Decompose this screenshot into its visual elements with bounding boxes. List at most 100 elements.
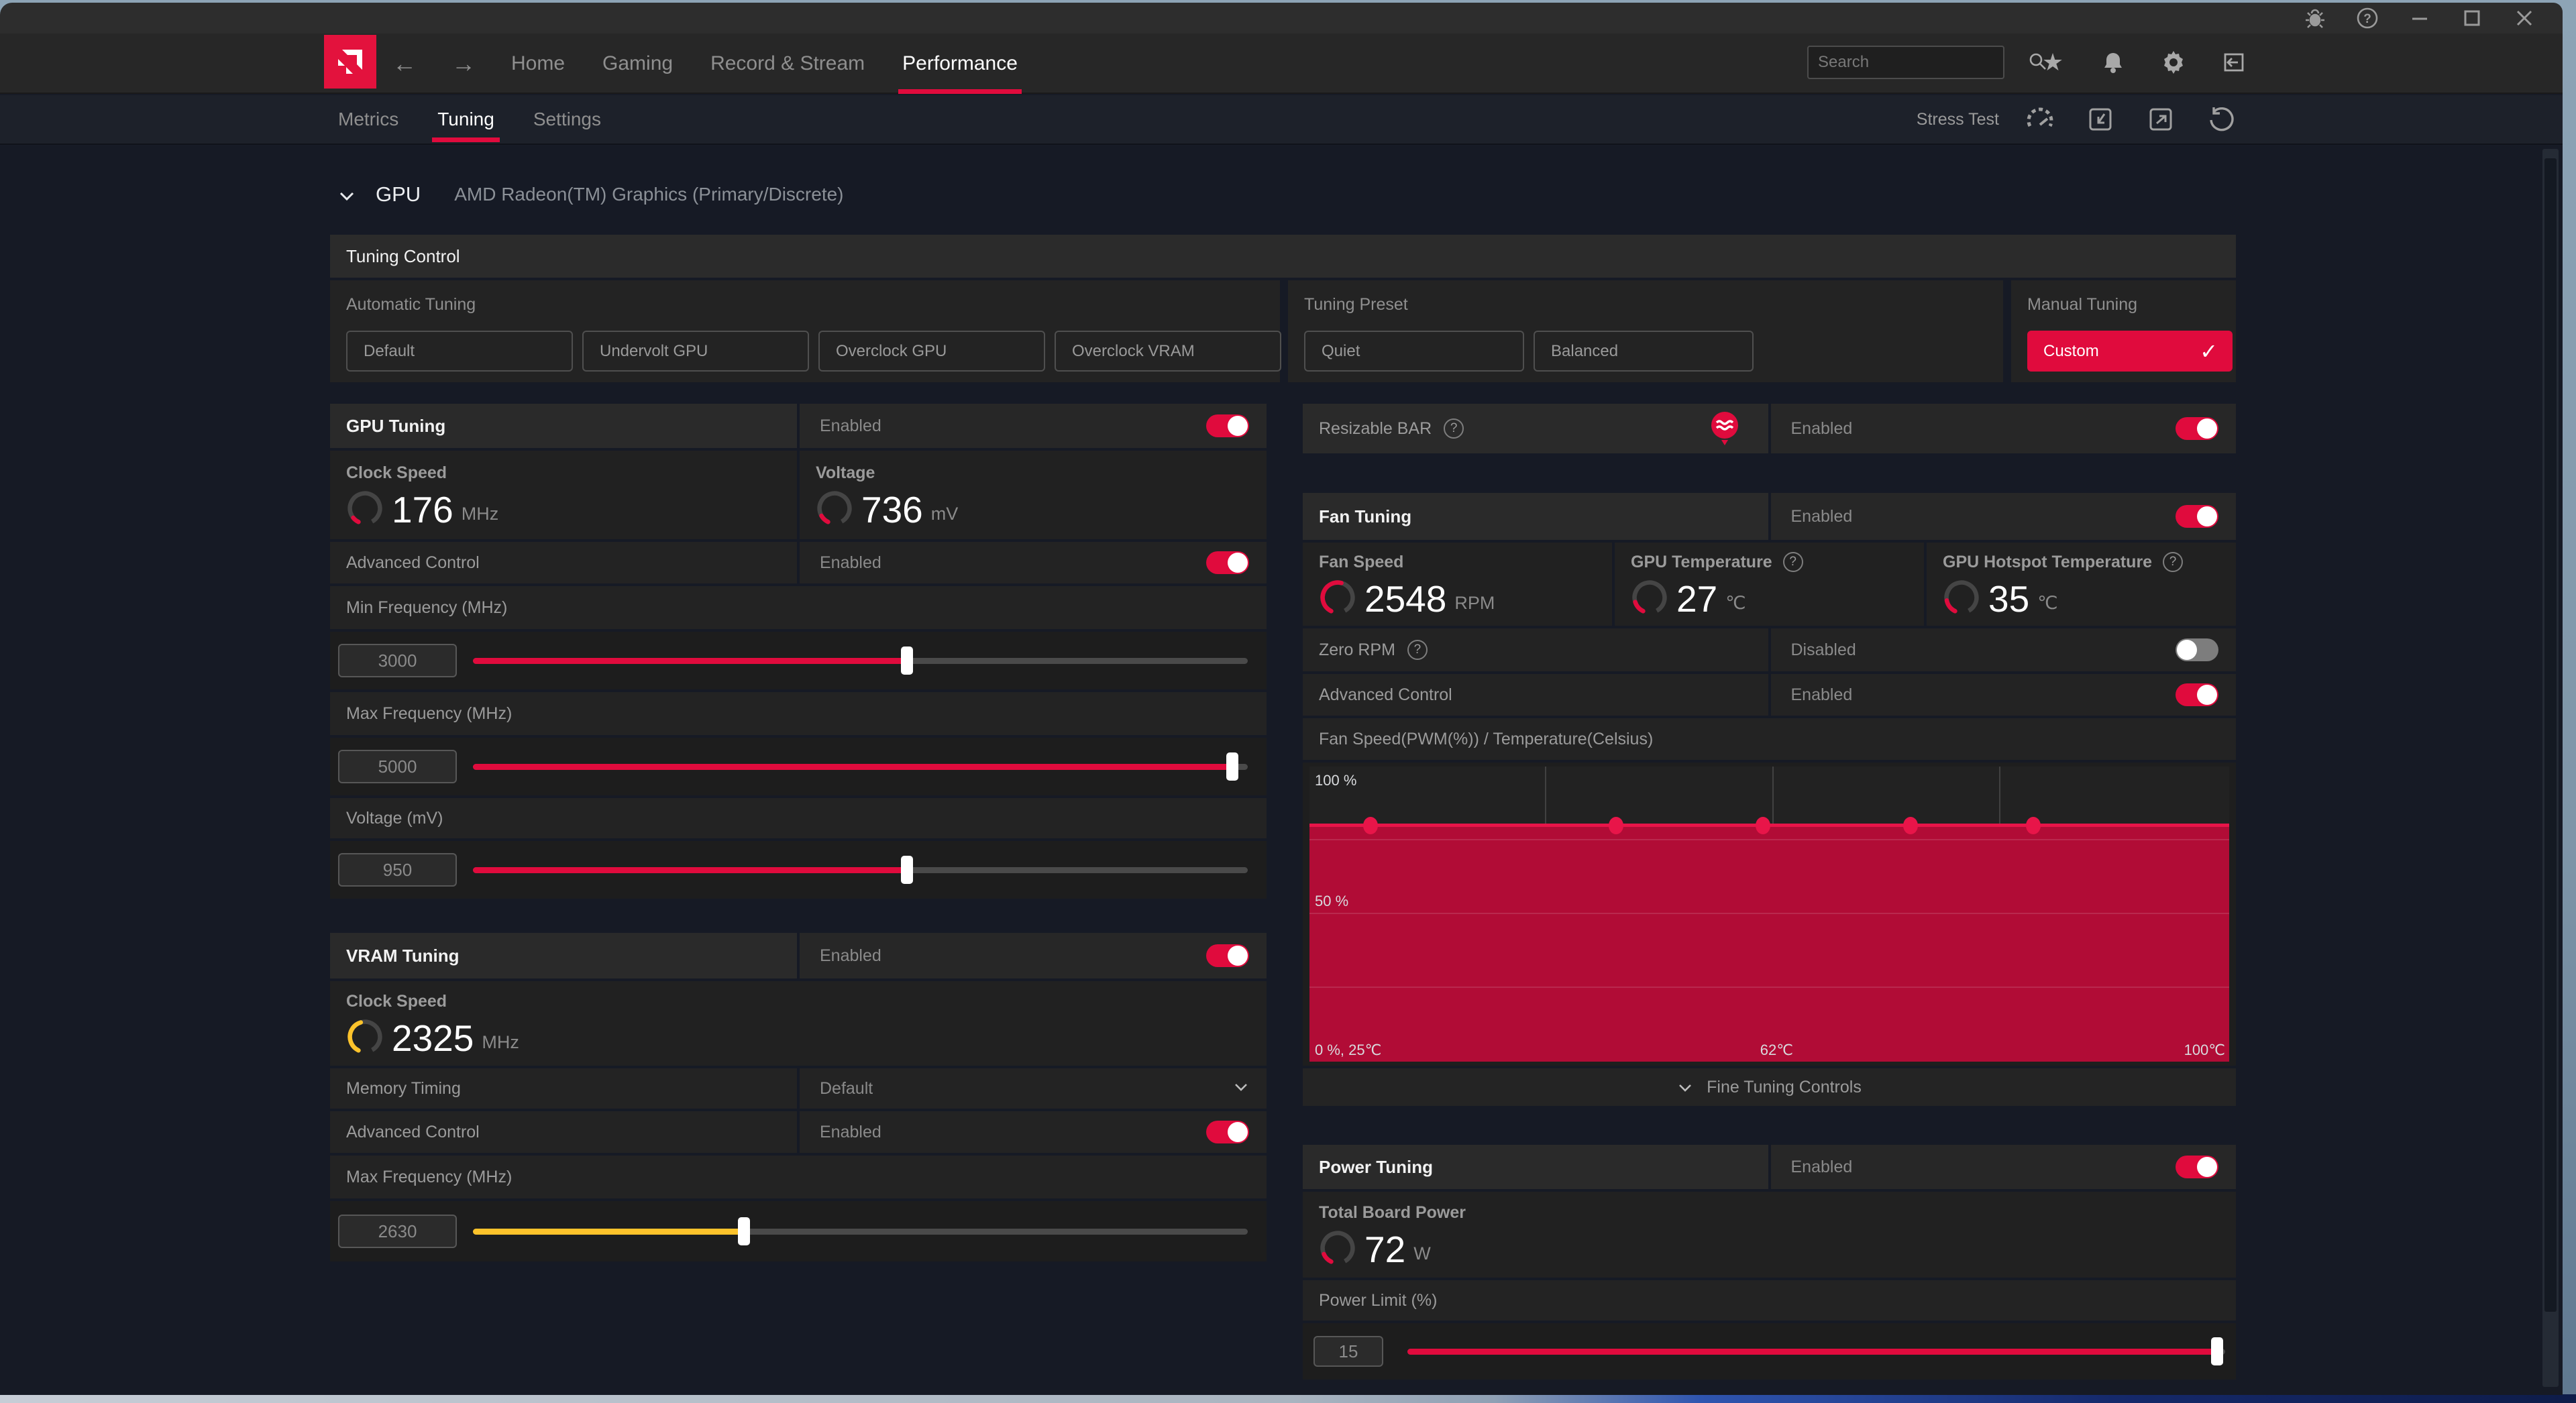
min-frequency-slider-thumb[interactable] bbox=[901, 647, 913, 675]
memory-timing-dropdown[interactable]: Default bbox=[800, 1068, 1267, 1109]
vram-advanced-enable-cell: Enabled bbox=[800, 1111, 1267, 1153]
forward-arrow-icon[interactable]: → bbox=[451, 50, 476, 78]
gpu-section-label: GPU bbox=[376, 182, 421, 207]
vram-max-frequency-slider[interactable] bbox=[473, 1229, 1248, 1235]
nav-tab-home[interactable]: Home bbox=[511, 34, 565, 94]
fan-tuning-toggle[interactable] bbox=[2176, 505, 2218, 528]
checkmark-icon: ✓ bbox=[2200, 339, 2218, 364]
section-divider bbox=[2006, 280, 2008, 382]
vram-max-frequency-input[interactable] bbox=[338, 1215, 457, 1248]
nav-tab-gaming[interactable]: Gaming bbox=[602, 34, 673, 94]
voltage-slider-thumb[interactable] bbox=[901, 856, 913, 884]
zero-rpm-enable-cell: Disabled bbox=[1771, 628, 2237, 671]
overclock-vram-button[interactable]: Overclock VRAM bbox=[1055, 331, 1281, 372]
overclock-gpu-button[interactable]: Overclock GPU bbox=[818, 331, 1045, 372]
gpu-advanced-status: Enabled bbox=[800, 553, 881, 573]
back-arrow-icon[interactable]: ← bbox=[392, 50, 417, 78]
tab-metrics[interactable]: Metrics bbox=[338, 95, 398, 144]
vram-max-frequency-label-cell: Max Frequency (MHz) bbox=[330, 1156, 1267, 1198]
fan-curve-point[interactable] bbox=[1609, 817, 1623, 834]
resizable-bar-label: Resizable BAR bbox=[1303, 419, 1432, 439]
fine-tuning-controls-expander[interactable]: Fine Tuning Controls bbox=[1303, 1068, 2236, 1106]
max-frequency-slider[interactable] bbox=[473, 764, 1248, 770]
system-tray-icon[interactable] bbox=[2220, 49, 2247, 76]
quiet-button[interactable]: Quiet bbox=[1304, 331, 1524, 372]
max-frequency-label: Max Frequency (MHz) bbox=[330, 704, 512, 724]
power-limit-slider-thumb[interactable] bbox=[2211, 1337, 2223, 1365]
voltage-input[interactable] bbox=[338, 853, 457, 887]
tab-tuning[interactable]: Tuning bbox=[437, 95, 494, 144]
min-frequency-slider[interactable] bbox=[473, 658, 1248, 664]
resizable-bar-help-icon[interactable]: ? bbox=[1444, 418, 1464, 439]
vertical-scrollbar[interactable] bbox=[2542, 149, 2559, 1387]
balanced-button[interactable]: Balanced bbox=[1534, 331, 1754, 372]
favorites-star-icon[interactable]: ★ bbox=[2039, 49, 2066, 76]
fan-curve-point[interactable] bbox=[1903, 817, 1918, 834]
fan-enable-cell: Enabled bbox=[1771, 493, 2237, 540]
zero-rpm-help-icon[interactable]: ? bbox=[1407, 640, 1428, 660]
fan-advanced-label: Advanced Control bbox=[1303, 685, 1452, 705]
manual-tuning-label: Manual Tuning bbox=[2027, 295, 2137, 315]
voltage-slider[interactable] bbox=[473, 867, 1248, 873]
performance-subnav: Metrics Tuning Settings Stress Test bbox=[0, 95, 2563, 145]
memory-timing-cell: Memory Timing bbox=[330, 1068, 797, 1109]
resizable-bar-status: Enabled bbox=[1771, 419, 1853, 439]
minimize-button[interactable] bbox=[2408, 7, 2431, 30]
main-navbar: ← → Home Gaming Record & Stream Performa… bbox=[0, 34, 2563, 94]
fan-curve-plot[interactable]: 100 % 50 % 0 %, 25℃ 62℃ 100℃ bbox=[1309, 767, 2229, 1062]
fine-tuning-controls-label: Fine Tuning Controls bbox=[1707, 1078, 1862, 1097]
collapse-chevron-icon[interactable] bbox=[338, 187, 353, 202]
fan-speed-label: Fan Speed bbox=[1319, 553, 1403, 572]
power-tuning-toggle[interactable] bbox=[2176, 1156, 2218, 1178]
gpu-temperature-help-icon[interactable]: ? bbox=[1783, 552, 1803, 572]
import-profile-icon[interactable] bbox=[2086, 105, 2114, 133]
undervolt-gpu-button[interactable]: Undervolt GPU bbox=[582, 331, 809, 372]
reset-icon[interactable] bbox=[2207, 105, 2235, 133]
scrollbar-thumb[interactable] bbox=[2544, 158, 2557, 1312]
max-frequency-input[interactable] bbox=[338, 750, 457, 783]
fan-curve-point[interactable] bbox=[1756, 817, 1770, 834]
fan-tuning-header: Fan Tuning bbox=[1303, 493, 1768, 540]
vram-advanced-status: Enabled bbox=[800, 1123, 881, 1142]
fan-chart-title: Fan Speed(PWM(%)) / Temperature(Celsius) bbox=[1303, 730, 1653, 749]
amd-logo[interactable] bbox=[324, 35, 376, 89]
power-limit-input[interactable] bbox=[1313, 1336, 1383, 1367]
custom-button[interactable]: Custom ✓ bbox=[2027, 331, 2233, 372]
vram-max-frequency-slider-thumb[interactable] bbox=[738, 1217, 750, 1245]
gpu-advanced-control-cell: Advanced Control bbox=[330, 542, 797, 583]
vram-tuning-toggle[interactable] bbox=[1206, 944, 1249, 967]
vram-advanced-toggle[interactable] bbox=[1206, 1121, 1249, 1143]
min-frequency-slider-row bbox=[330, 632, 1267, 689]
stress-test-gauge-icon[interactable] bbox=[2026, 105, 2054, 133]
search-box[interactable] bbox=[1807, 46, 2004, 79]
fan-tuning-status: Enabled bbox=[1771, 507, 1853, 526]
settings-gear-icon[interactable] bbox=[2160, 49, 2187, 76]
max-frequency-slider-thumb[interactable] bbox=[1226, 752, 1238, 781]
help-icon[interactable]: ? bbox=[2356, 7, 2379, 30]
search-input[interactable] bbox=[1809, 52, 2027, 72]
fan-advanced-toggle[interactable] bbox=[2176, 683, 2218, 706]
hotspot-temperature-help-icon[interactable]: ? bbox=[2163, 552, 2183, 572]
titlebar: ? bbox=[0, 3, 2563, 34]
export-profile-icon[interactable] bbox=[2147, 105, 2175, 133]
zero-rpm-toggle[interactable] bbox=[2176, 638, 2218, 661]
notifications-bell-icon[interactable] bbox=[2100, 49, 2127, 76]
power-limit-slider[interactable] bbox=[1407, 1349, 2225, 1355]
fan-curve-point[interactable] bbox=[2026, 817, 2041, 834]
close-button[interactable] bbox=[2513, 7, 2536, 30]
gpu-advanced-toggle[interactable] bbox=[1206, 551, 1249, 574]
memory-timing-label: Memory Timing bbox=[330, 1079, 461, 1099]
min-frequency-input[interactable] bbox=[338, 644, 457, 677]
window-frame-bottom bbox=[0, 1394, 2576, 1403]
gpu-tuning-toggle[interactable] bbox=[1206, 414, 1249, 437]
nav-tab-record-stream[interactable]: Record & Stream bbox=[710, 34, 865, 94]
resizable-bar-toggle[interactable] bbox=[2176, 417, 2218, 440]
nav-tab-performance[interactable]: Performance bbox=[902, 34, 1018, 94]
bug-report-icon[interactable] bbox=[2304, 7, 2326, 30]
default-button[interactable]: Default bbox=[346, 331, 573, 372]
tuning-preset-section: Tuning Preset Quiet Balanced bbox=[1288, 280, 2003, 382]
maximize-button[interactable] bbox=[2461, 7, 2483, 30]
tab-settings[interactable]: Settings bbox=[533, 95, 601, 144]
fan-curve-point[interactable] bbox=[1363, 817, 1378, 834]
power-tuning-header: Power Tuning bbox=[1303, 1145, 1768, 1189]
